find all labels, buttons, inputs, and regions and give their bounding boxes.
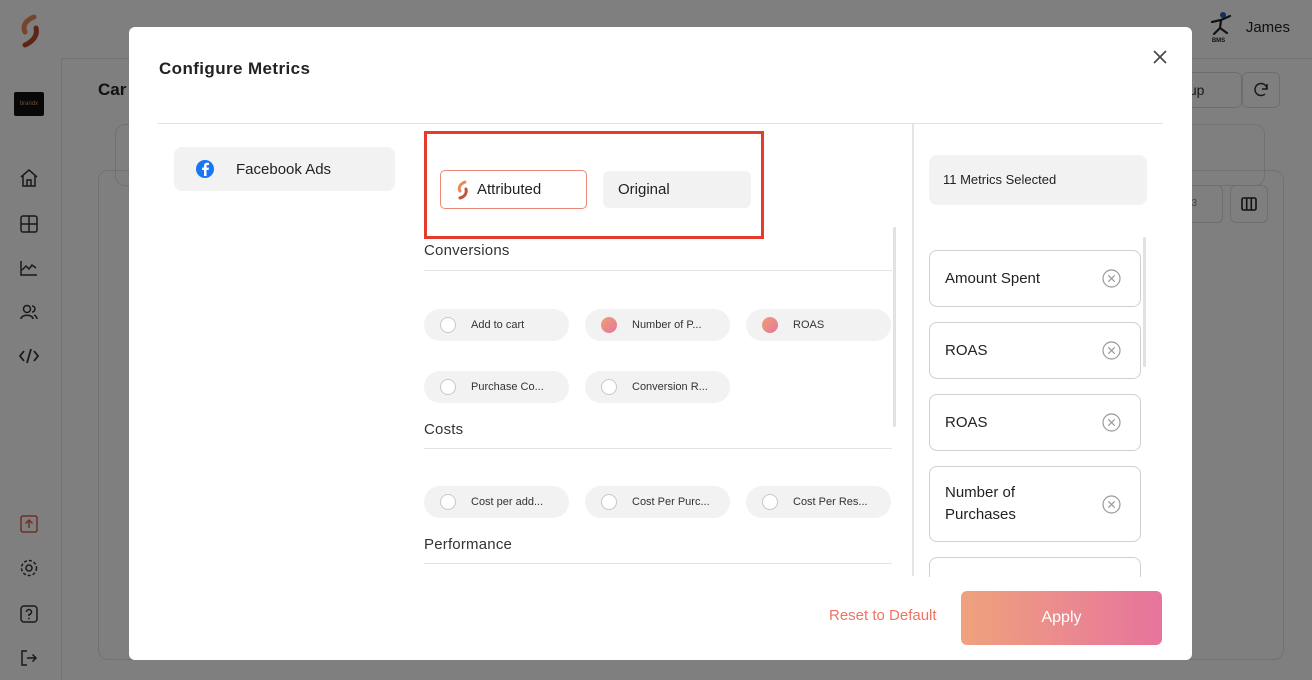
radio-unchecked[interactable] (601, 379, 617, 395)
header-divider (158, 123, 1163, 124)
original-toggle[interactable]: Original (603, 171, 751, 208)
metric-chip-label: Number of P... (632, 319, 702, 331)
metric-chip-label: Conversion R... (632, 381, 708, 393)
selected-metric-card[interactable]: Number of Purchases (929, 466, 1141, 542)
metric-chip-label: Add to cart (471, 319, 525, 331)
radio-unchecked[interactable] (601, 494, 617, 510)
reset-to-default-link[interactable]: Reset to Default (829, 607, 937, 624)
platform-label: Facebook Ads (236, 160, 332, 178)
attributed-label: Attributed (477, 181, 542, 198)
section-title-costs: Costs (424, 421, 464, 438)
selected-metric-card[interactable]: ROAS (929, 394, 1141, 451)
facebook-icon (196, 160, 214, 178)
metric-chip-label: Cost Per Res... (793, 496, 868, 508)
section-title-performance: Performance (424, 536, 513, 553)
attributed-toggle[interactable]: Attributed (440, 170, 587, 209)
selected-metric-card-partial (929, 557, 1143, 577)
selected-metric-label: ROAS (945, 342, 988, 359)
metric-chip-cost-per-add[interactable]: Cost per add... (424, 486, 569, 518)
selected-count-label: 11 Metrics Selected (943, 172, 1057, 187)
radio-unchecked[interactable] (762, 494, 778, 510)
remove-metric-icon[interactable] (1102, 269, 1121, 288)
metric-chip-label: Purchase Co... (471, 381, 544, 393)
modal-title: Configure Metrics (159, 59, 311, 78)
metric-chip-cost-per-purchase[interactable]: Cost Per Purc... (585, 486, 730, 518)
selected-metric-label: ROAS (945, 414, 988, 431)
section-divider (424, 448, 892, 449)
configure-metrics-modal: Configure Metrics Facebook Ads Attribute… (129, 27, 1192, 660)
section-title-conversions: Conversions (424, 242, 510, 259)
metric-chip-label: Cost Per Purc... (632, 496, 710, 508)
metric-chip-label: Cost per add... (471, 496, 544, 508)
selected-metric-card[interactable]: Amount Spent (929, 250, 1141, 307)
remove-metric-icon[interactable] (1102, 495, 1121, 514)
metric-chip-cost-per-result[interactable]: Cost Per Res... (746, 486, 891, 518)
panel-divider (912, 124, 914, 576)
radio-unchecked[interactable] (440, 317, 456, 333)
platform-facebook-ads[interactable]: Facebook Ads (174, 147, 395, 191)
attributed-logo-icon (457, 180, 468, 199)
metric-chip-add-to-cart[interactable]: Add to cart (424, 309, 569, 341)
selected-metric-card[interactable] (929, 557, 1141, 577)
selected-count: 11 Metrics Selected (929, 155, 1147, 205)
metric-chip-number-of-purchases[interactable]: Number of P... (585, 309, 730, 341)
radio-checked[interactable] (762, 317, 778, 333)
remove-metric-icon[interactable] (1102, 341, 1121, 360)
remove-metric-icon[interactable] (1102, 413, 1121, 432)
selected-scrollbar[interactable] (1143, 237, 1146, 367)
section-divider (424, 270, 892, 271)
close-icon (1153, 50, 1167, 64)
metric-chip-roas[interactable]: ROAS (746, 309, 891, 341)
selected-metric-card[interactable]: ROAS (929, 322, 1141, 379)
close-button[interactable] (1148, 45, 1172, 69)
radio-unchecked[interactable] (440, 379, 456, 395)
original-label: Original (618, 181, 670, 198)
section-divider (424, 563, 892, 564)
metric-chip-purchase-conversion[interactable]: Purchase Co... (424, 371, 569, 403)
metric-chip-label: ROAS (793, 319, 825, 331)
selected-metric-label: Number of Purchases (945, 484, 1016, 523)
metric-chip-conversion-rate[interactable]: Conversion R... (585, 371, 730, 403)
radio-checked[interactable] (601, 317, 617, 333)
selected-metric-label: Amount Spent (945, 270, 1041, 287)
apply-button[interactable]: Apply (961, 591, 1162, 645)
metrics-scrollbar[interactable] (893, 227, 896, 427)
radio-unchecked[interactable] (440, 494, 456, 510)
